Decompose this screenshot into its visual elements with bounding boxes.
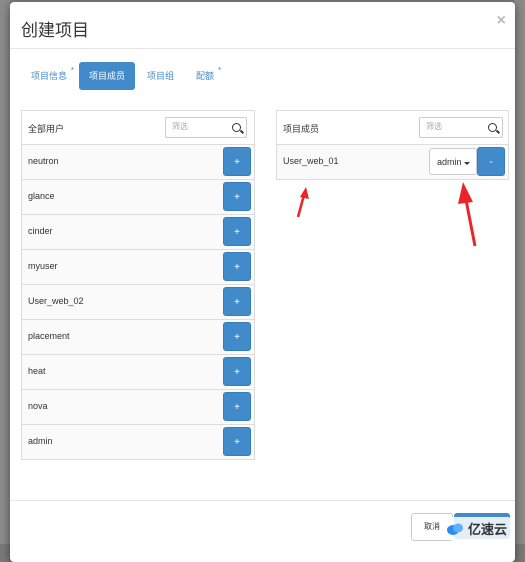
user-row: admin +: [22, 425, 254, 459]
user-row: myuser +: [22, 250, 254, 285]
project-members-header: 项目成员: [277, 111, 508, 145]
role-dropdown[interactable]: admin: [429, 148, 477, 175]
members-filter[interactable]: [419, 117, 503, 138]
tab-quota[interactable]: 配额 *: [186, 62, 224, 90]
all-users-panel: 全部用户 neutron + glance + cinder + myuser …: [21, 110, 255, 460]
user-name: nova: [28, 401, 48, 411]
tab-project-members[interactable]: 项目成员: [79, 62, 136, 90]
search-icon[interactable]: [232, 123, 241, 132]
member-row: User_web_01 admin -: [277, 145, 508, 179]
tab-label: 项目信息: [31, 71, 68, 81]
tab-project-groups[interactable]: 项目组: [137, 62, 184, 90]
user-name: placement: [28, 331, 70, 341]
user-row: cinder +: [22, 215, 254, 250]
annotation-arrow-icon: [296, 187, 309, 218]
backdrop-right: [514, 0, 525, 544]
user-row: User_web_02 +: [22, 285, 254, 320]
user-row: neutron +: [22, 145, 254, 180]
all-users-filter[interactable]: [165, 117, 247, 138]
project-members-panel: 项目成员 User_web_01 admin -: [276, 110, 509, 180]
caret-down-icon: [464, 162, 470, 165]
required-mark: *: [70, 66, 75, 75]
add-user-button[interactable]: +: [223, 182, 251, 211]
tab-label: 项目组: [147, 71, 175, 81]
member-name: User_web_01: [283, 156, 339, 166]
user-row: placement +: [22, 320, 254, 355]
members-filter-input[interactable]: [426, 122, 481, 131]
add-user-button[interactable]: +: [223, 392, 251, 421]
remove-member-button[interactable]: -: [477, 147, 505, 176]
wizard-tabs: 项目信息 * 项目成员 项目组 配额 *: [21, 62, 226, 90]
user-name: admin: [28, 436, 53, 446]
backdrop: [0, 0, 10, 544]
user-name: heat: [28, 366, 46, 376]
annotation-arrow-icon: [458, 182, 477, 247]
add-user-button[interactable]: +: [223, 147, 251, 176]
tab-label: 配额: [196, 71, 215, 81]
search-icon[interactable]: [488, 123, 497, 132]
add-user-button[interactable]: +: [223, 287, 251, 316]
modal-footer: 取消: [10, 500, 515, 561]
role-value: admin: [437, 157, 462, 167]
add-user-button[interactable]: +: [223, 357, 251, 386]
user-name: cinder: [28, 226, 53, 236]
modal-title: 创建项目: [21, 21, 89, 40]
all-users-header: 全部用户: [22, 111, 254, 145]
project-members-title: 项目成员: [283, 124, 320, 134]
yisu-logo-icon: [446, 523, 463, 535]
add-user-button[interactable]: +: [223, 427, 251, 456]
user-row: glance +: [22, 180, 254, 215]
user-row: nova +: [22, 390, 254, 425]
user-name: glance: [28, 191, 55, 201]
all-users-filter-input[interactable]: [172, 122, 227, 131]
all-users-title: 全部用户: [28, 124, 65, 134]
add-user-button[interactable]: +: [223, 322, 251, 351]
user-name: neutron: [28, 156, 59, 166]
watermark: 亿速云: [441, 517, 511, 540]
close-icon[interactable]: ×: [497, 12, 506, 30]
add-user-button[interactable]: +: [223, 217, 251, 246]
add-user-button[interactable]: +: [223, 252, 251, 281]
watermark-text: 亿速云: [467, 522, 507, 537]
user-name: User_web_02: [28, 296, 84, 306]
required-mark: *: [217, 66, 222, 75]
tab-project-info[interactable]: 项目信息 *: [21, 62, 77, 90]
modal-header: 创建项目 ×: [10, 2, 515, 49]
user-name: myuser: [28, 261, 58, 271]
user-row: heat +: [22, 355, 254, 390]
create-project-modal: 创建项目 × 项目信息 * 项目成员 项目组 配额 * 全部用户 neutron: [10, 2, 515, 562]
tab-label: 项目成员: [89, 71, 126, 81]
